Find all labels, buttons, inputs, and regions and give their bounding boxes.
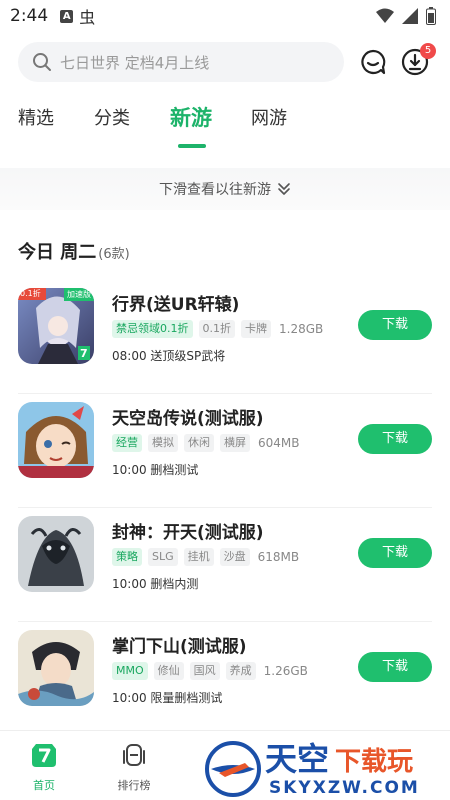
game-tag: 挂机	[183, 548, 214, 566]
nav-ranking-label: 排行榜	[117, 779, 151, 792]
game-tag: 0.1折	[198, 320, 235, 338]
watermark-title: 天空	[265, 740, 330, 778]
game-release-info: 10:00 限量删档测试	[112, 691, 223, 705]
search-input[interactable]: 七日世界 定档4月上线	[60, 52, 209, 73]
game-tag: 沙盘	[219, 548, 250, 566]
speed-version-badge: 加速版	[67, 290, 91, 299]
game-tag: MMO	[112, 662, 148, 680]
game-size: 604MB	[258, 436, 300, 450]
game-name: 封神：开天(测试服)	[112, 523, 264, 543]
nav-ranking[interactable]: 排行榜	[104, 741, 164, 793]
game-tag: 修仙	[153, 662, 184, 680]
game-tag: 禁忌领域0.1折	[112, 320, 193, 338]
game-tag: 卡牌	[241, 320, 271, 338]
game-tag: 横屏	[220, 434, 250, 452]
ranking-icon	[123, 744, 145, 766]
game-icon[interactable]	[18, 516, 94, 592]
watermark-url: SKYXZW.COM	[269, 778, 420, 798]
nav-home[interactable]: 首页	[14, 741, 74, 793]
game-item[interactable]: 天空岛传说(测试服) 经营 模拟 休闲 横屏 604MB 10:00 删档测试 …	[18, 394, 432, 508]
game-item[interactable]: 加速版 0.1折 7 行界(送UR轩辕) 禁忌领域0.1折 0.1折 卡牌 1.…	[18, 280, 432, 394]
game-size: 1.28GB	[279, 322, 324, 336]
game-item[interactable]: 掌门下山(测试服) MMO 修仙 国风 养成 1.26GB 10:00 限量删档…	[18, 622, 432, 736]
discount-corner-label: 0.1折	[20, 289, 41, 298]
game-release-info: 10:00 删档内测	[112, 577, 199, 591]
game-tag: 养成	[225, 662, 256, 680]
double-chevron-down-icon	[278, 183, 290, 195]
search-row: 七日世界 定档4月上线 5	[18, 42, 438, 82]
download-count-badge: 5	[420, 43, 436, 59]
date-header: 今日 周二 (6款)	[18, 238, 130, 264]
game-tag: 经营	[112, 434, 142, 452]
game-tag: 休闲	[184, 434, 214, 452]
game-tag: 国风	[189, 662, 220, 680]
battery-icon	[426, 7, 436, 25]
watermark-accent: 下载玩	[335, 747, 414, 777]
bottom-nav: 首页 排行榜 天空 下载玩 SKYXZW.COM	[0, 730, 450, 800]
game-count: (6款)	[98, 247, 130, 262]
tab-category[interactable]: 分类	[94, 104, 130, 130]
download-button[interactable]: 下载	[358, 652, 432, 682]
message-button[interactable]	[358, 47, 388, 77]
game-name: 行界(送UR轩辕)	[112, 295, 240, 315]
tab-active-indicator	[178, 144, 206, 148]
game-release-info: 08:00 送顶级SP武将	[112, 349, 226, 363]
tab-online-games[interactable]: 网游	[251, 104, 287, 130]
game-tags: MMO 修仙 国风 养成 1.26GB	[112, 662, 308, 680]
game-tags: 经营 模拟 休闲 横屏 604MB	[112, 434, 300, 452]
download-button[interactable]: 下载	[358, 310, 432, 340]
search-icon	[33, 53, 51, 71]
nav-home-label: 首页	[33, 779, 55, 792]
game-icon[interactable]	[18, 630, 94, 706]
notification-a-icon: A	[60, 9, 74, 23]
platform-mark: 7	[80, 347, 88, 360]
pull-hint-text: 下滑查看以往新游	[159, 182, 271, 198]
game-release-info: 10:00 删档测试	[112, 463, 199, 477]
game-tag: SLG	[148, 548, 178, 566]
game-item[interactable]: 封神：开天(测试服) 策略 SLG 挂机 沙盘 618MB 10:00 删档内测…	[18, 508, 432, 622]
notification-bug-icon: 虫	[79, 8, 96, 27]
game-tags: 策略 SLG 挂机 沙盘 618MB	[112, 548, 299, 566]
game-list: 加速版 0.1折 7 行界(送UR轩辕) 禁忌领域0.1折 0.1折 卡牌 1.…	[0, 280, 450, 736]
game-name: 掌门下山(测试服)	[112, 637, 247, 657]
download-button[interactable]: 下载	[358, 538, 432, 568]
game-icon[interactable]	[18, 402, 94, 478]
pull-down-hint[interactable]: 下滑查看以往新游	[0, 168, 450, 210]
message-icon	[361, 49, 386, 75]
status-bar: 2:44 A 虫	[0, 0, 450, 32]
game-tag: 策略	[112, 548, 142, 566]
wifi-icon	[376, 8, 394, 23]
signal-icon	[402, 8, 418, 24]
site-watermark-logo: 天空 下载玩 SKYXZW.COM	[205, 739, 450, 799]
tab-featured[interactable]: 精选	[18, 104, 54, 130]
top-tabs: 精选 分类 新游 网游	[0, 104, 450, 154]
home-icon	[32, 744, 56, 767]
game-size: 1.26GB	[263, 664, 308, 678]
tab-new-games[interactable]: 新游	[170, 102, 212, 132]
search-box[interactable]: 七日世界 定档4月上线	[18, 42, 344, 82]
date-title: 今日 周二	[18, 242, 97, 263]
status-time: 2:44	[10, 6, 49, 26]
game-name: 天空岛传说(测试服)	[112, 409, 264, 429]
game-size: 618MB	[257, 550, 300, 564]
game-tag: 模拟	[148, 434, 178, 452]
game-tags: 禁忌领域0.1折 0.1折 卡牌 1.28GB	[112, 320, 323, 338]
download-button[interactable]: 下载	[358, 424, 432, 454]
download-manager-button[interactable]: 5	[400, 43, 436, 77]
